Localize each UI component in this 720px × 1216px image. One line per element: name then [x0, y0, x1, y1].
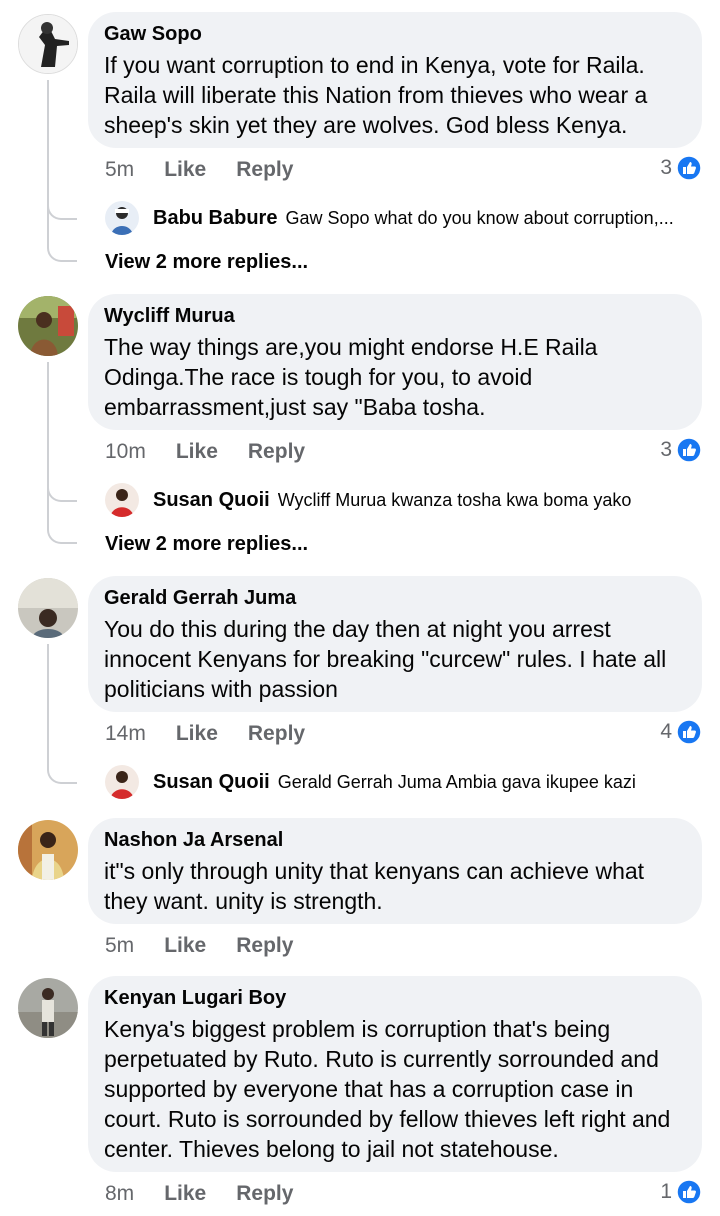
comment-bubble: Wycliff Murua The way things are,you mig… [88, 294, 702, 430]
comment-time[interactable]: 5m [105, 158, 134, 182]
reply-preview[interactable]: Susan Quoii Gerald Gerrah Juma Ambia gav… [105, 762, 636, 802]
avatar[interactable] [105, 201, 139, 235]
comment-actions: 5m Like Reply [105, 932, 293, 960]
comment-time[interactable]: 5m [105, 934, 134, 958]
like-button[interactable]: Like [176, 440, 218, 464]
like-thumbs-up-icon [676, 719, 702, 745]
reply-author[interactable]: Susan Quoii [153, 489, 270, 512]
comment-text: The way things are,you might endorse H.E… [104, 334, 598, 420]
reaction-count: 3 [660, 438, 672, 461]
avatar[interactable] [105, 483, 139, 517]
like-thumbs-up-icon [676, 437, 702, 463]
reply-author[interactable]: Babu Babure [153, 207, 277, 230]
thread-line [47, 362, 77, 544]
comment-text: it"s only through unity that kenyans can… [104, 858, 645, 914]
reply-button[interactable]: Reply [248, 440, 305, 464]
reply-author[interactable]: Susan Quoii [153, 771, 270, 794]
reply-preview[interactable]: Babu Babure Gaw Sopo what do you know ab… [105, 198, 674, 238]
reply-text: Gerald Gerrah Juma Ambia gava ikupee kaz… [277, 771, 636, 792]
reaction-count: 3 [660, 156, 672, 179]
reply-text: Wycliff Murua kwanza tosha kwa boma yako [277, 489, 632, 510]
view-more-replies-link[interactable]: View 2 more replies... [105, 251, 308, 274]
comment-author[interactable]: Gaw Sopo [104, 22, 686, 46]
comment-bubble: Gerald Gerrah Juma You do this during th… [88, 576, 702, 712]
comment-author[interactable]: Wycliff Murua [104, 304, 686, 328]
reaction-count: 4 [660, 720, 672, 743]
comment-author[interactable]: Gerald Gerrah Juma [104, 586, 686, 610]
comment-text: If you want corruption to end in Kenya, … [104, 52, 648, 138]
reply-text: Gaw Sopo what do you know about corrupti… [285, 207, 674, 228]
reply-button[interactable]: Reply [236, 158, 293, 182]
comment-actions: 8m Like Reply [105, 1180, 293, 1208]
like-button[interactable]: Like [164, 934, 206, 958]
avatar[interactable] [18, 978, 78, 1038]
like-button[interactable]: Like [176, 722, 218, 746]
comment-actions: 10m Like Reply [105, 438, 305, 466]
comment-bubble: Gaw Sopo If you want corruption to end i… [88, 12, 702, 148]
avatar[interactable] [18, 820, 78, 880]
comment-text: You do this during the day then at night… [104, 616, 667, 702]
like-button[interactable]: Like [164, 1182, 206, 1206]
comment-author[interactable]: Kenyan Lugari Boy [104, 986, 686, 1010]
reply-button[interactable]: Reply [248, 722, 305, 746]
reply-button[interactable]: Reply [236, 934, 293, 958]
avatar[interactable] [18, 14, 78, 74]
reaction-summary[interactable]: 3 [660, 436, 702, 464]
avatar[interactable] [105, 765, 139, 799]
reply-button[interactable]: Reply [236, 1182, 293, 1206]
comment-text: Kenya's biggest problem is corruption th… [104, 1016, 671, 1162]
comment-bubble: Kenyan Lugari Boy Kenya's biggest proble… [88, 976, 702, 1172]
avatar[interactable] [18, 578, 78, 638]
like-button[interactable]: Like [164, 158, 206, 182]
reply-preview[interactable]: Susan Quoii Wycliff Murua kwanza tosha k… [105, 480, 631, 520]
comment-actions: 14m Like Reply [105, 720, 305, 748]
reaction-count: 1 [660, 1180, 672, 1203]
like-thumbs-up-icon [676, 1179, 702, 1205]
comment-time[interactable]: 10m [105, 440, 146, 464]
comment-bubble: Nashon Ja Arsenal it"s only through unit… [88, 818, 702, 924]
thread-line [47, 644, 77, 784]
comment-author[interactable]: Nashon Ja Arsenal [104, 828, 686, 852]
like-thumbs-up-icon [676, 155, 702, 181]
avatar[interactable] [18, 296, 78, 356]
view-more-replies-link[interactable]: View 2 more replies... [105, 533, 308, 556]
comment-time[interactable]: 14m [105, 722, 146, 746]
comment-actions: 5m Like Reply [105, 156, 293, 184]
thread-line [47, 80, 77, 262]
comment-time[interactable]: 8m [105, 1182, 134, 1206]
reaction-summary[interactable]: 3 [660, 154, 702, 182]
reaction-summary[interactable]: 1 [660, 1178, 702, 1206]
reaction-summary[interactable]: 4 [660, 718, 702, 746]
